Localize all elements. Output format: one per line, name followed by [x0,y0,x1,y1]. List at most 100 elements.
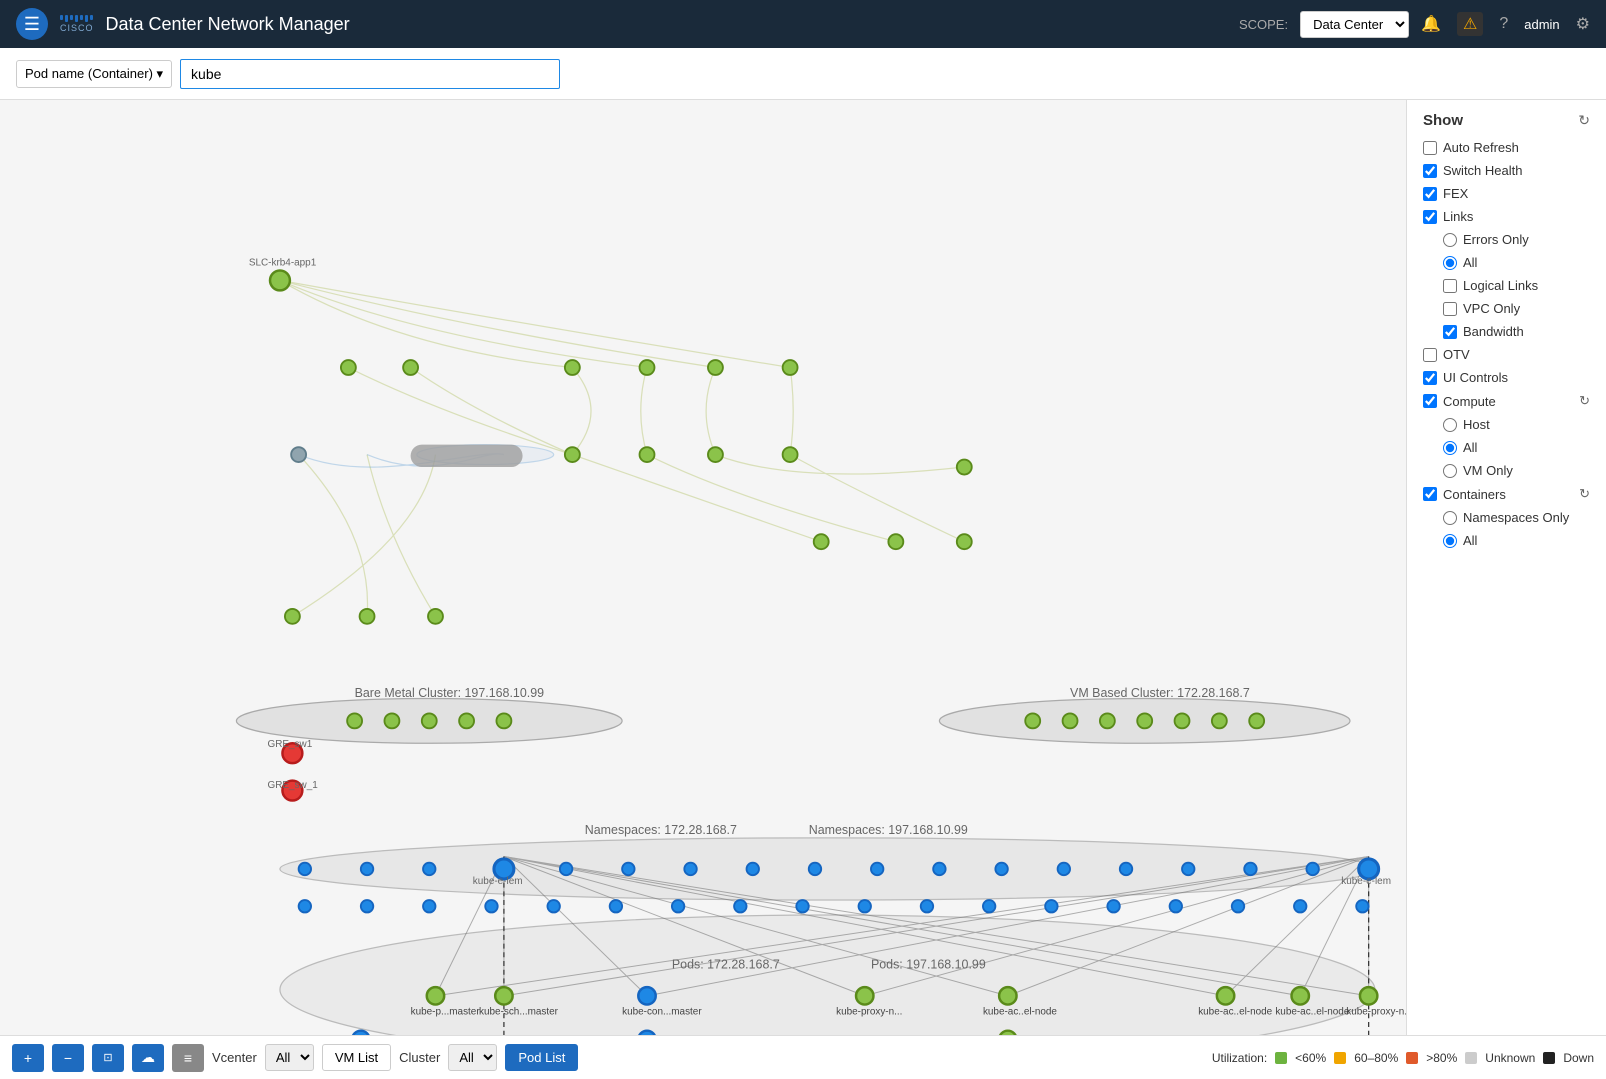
canvas-area[interactable]: Bare Metal Cluster: 197.168.10.99 VM Bas… [0,100,1406,1035]
bottom-bar: + − ⊡ ☁ ≡ Vcenter All VM List Cluster Al… [0,1035,1606,1079]
svg-text:kube-e-lem: kube-e-lem [473,876,523,887]
show-item-links: Links [1423,208,1590,225]
fit-button[interactable]: ⊡ [92,1044,124,1072]
filter-dropdown[interactable]: Pod name (Container) ▾ [16,60,172,88]
header-icons: 🔔 ⚠ ? admin ⚙ [1421,12,1590,36]
host-radio[interactable] [1443,418,1457,432]
vm-only-radio[interactable] [1443,464,1457,478]
compute-all-label[interactable]: All [1463,440,1477,455]
show-item-compute: Compute ↻ [1423,392,1590,410]
vpc-only-checkbox[interactable] [1443,302,1457,316]
logical-links-label[interactable]: Logical Links [1463,278,1538,293]
show-panel-header: Show ↻ [1423,112,1590,129]
show-item-compute-all: All [1423,439,1590,456]
vcenter-label: Vcenter [212,1050,257,1065]
compute-label[interactable]: Compute [1443,394,1496,409]
fex-checkbox[interactable] [1423,187,1437,201]
svg-text:Namespaces: 172.28.168.7: Namespaces: 172.28.168.7 [585,823,737,837]
containers-all-radio[interactable] [1443,534,1457,548]
ui-controls-checkbox[interactable] [1423,371,1437,385]
otv-checkbox[interactable] [1423,348,1437,362]
util-mid-label: 60–80% [1354,1051,1398,1065]
ui-controls-label[interactable]: UI Controls [1443,370,1508,385]
containers-checkbox[interactable] [1423,487,1437,501]
svg-text:Pods: 197.168.10.99: Pods: 197.168.10.99 [871,957,986,971]
svg-text:GRE_sw_1: GRE_sw_1 [268,780,319,791]
compute-all-radio[interactable] [1443,441,1457,455]
scope-dropdown[interactable]: Data Center [1300,11,1409,38]
svg-text:kube-e-lem: kube-e-lem [1341,876,1391,887]
vpc-only-label[interactable]: VPC Only [1463,301,1520,316]
util-unknown-label: Unknown [1485,1051,1535,1065]
compute-checkbox[interactable] [1423,394,1437,408]
cluster-select[interactable]: All [448,1044,497,1071]
util-low-label: <60% [1295,1051,1326,1065]
show-item-ui-controls: UI Controls [1423,369,1590,386]
vm-list-button[interactable]: VM List [322,1044,391,1071]
otv-label[interactable]: OTV [1443,347,1470,362]
cloud-button[interactable]: ☁ [132,1044,164,1072]
links-checkbox[interactable] [1423,210,1437,224]
namespaces-only-label[interactable]: Namespaces Only [1463,510,1569,525]
help-icon[interactable]: ? [1499,15,1508,33]
util-down-label: Down [1563,1051,1594,1065]
vm-only-label[interactable]: VM Only [1463,463,1513,478]
search-bar: Pod name (Container) ▾ [0,48,1606,100]
show-item-fex: FEX [1423,185,1590,202]
show-item-otv: OTV [1423,346,1590,363]
containers-refresh-icon[interactable]: ↻ [1579,486,1590,502]
namespaces-only-radio[interactable] [1443,511,1457,525]
util-mid-dot [1334,1052,1346,1064]
panel-refresh-icon[interactable]: ↻ [1578,112,1590,129]
containers-label[interactable]: Containers [1443,487,1506,502]
util-low-dot [1275,1052,1287,1064]
switch-health-checkbox[interactable] [1423,164,1437,178]
errors-only-label[interactable]: Errors Only [1463,232,1529,247]
show-item-links-all: All [1423,254,1590,271]
show-item-namespaces-only: Namespaces Only [1423,509,1590,526]
show-item-logical-links: Logical Links [1423,277,1590,294]
bandwidth-checkbox[interactable] [1443,325,1457,339]
svg-text:kube-p...master: kube-p...master [411,1007,481,1018]
compute-refresh-icon[interactable]: ↻ [1579,393,1590,409]
links-all-radio[interactable] [1443,256,1457,270]
errors-only-radio[interactable] [1443,233,1457,247]
switch-health-label[interactable]: Switch Health [1443,163,1522,178]
util-high-label: >80% [1426,1051,1457,1065]
list-view-button[interactable]: ≡ [172,1044,204,1072]
pod-list-button[interactable]: Pod List [505,1044,578,1071]
vcenter-select[interactable]: All [265,1044,314,1071]
search-input[interactable] [180,59,560,89]
warning-icon[interactable]: ⚠ [1457,12,1483,36]
svg-text:kube-ac..el-node: kube-ac..el-node [1275,1007,1349,1018]
host-label[interactable]: Host [1463,417,1490,432]
bell-icon[interactable]: 🔔 [1421,14,1441,34]
links-label[interactable]: Links [1443,209,1473,224]
show-item-bandwidth: Bandwidth [1423,323,1590,340]
auto-refresh-label[interactable]: Auto Refresh [1443,140,1519,155]
auto-refresh-checkbox[interactable] [1423,141,1437,155]
scope-label: SCOPE: [1239,17,1288,32]
show-item-switch-health: Switch Health [1423,162,1590,179]
show-item-containers-all: All [1423,532,1590,549]
bandwidth-label[interactable]: Bandwidth [1463,324,1524,339]
containers-all-label[interactable]: All [1463,533,1477,548]
util-down-dot [1543,1052,1555,1064]
show-item-vm-only: VM Only [1423,462,1590,479]
fex-label[interactable]: FEX [1443,186,1468,201]
svg-text:Pods: 172.28.168.7: Pods: 172.28.168.7 [672,957,780,971]
links-all-label[interactable]: All [1463,255,1477,270]
zoom-out-button[interactable]: − [52,1044,84,1072]
main-layout: Bare Metal Cluster: 197.168.10.99 VM Bas… [0,100,1606,1035]
cisco-logo: CISCO [60,15,94,33]
network-visualization: Bare Metal Cluster: 197.168.10.99 VM Bas… [0,100,1406,1035]
util-unknown-dot [1465,1052,1477,1064]
show-item-vpc-only: VPC Only [1423,300,1590,317]
zoom-in-button[interactable]: + [12,1044,44,1072]
show-item-containers: Containers ↻ [1423,485,1590,503]
menu-button[interactable]: ☰ [16,8,48,40]
settings-icon[interactable]: ⚙ [1576,14,1590,34]
svg-text:kube-proxy-n...: kube-proxy-n... [836,1007,902,1018]
username: admin [1524,17,1559,32]
logical-links-checkbox[interactable] [1443,279,1457,293]
